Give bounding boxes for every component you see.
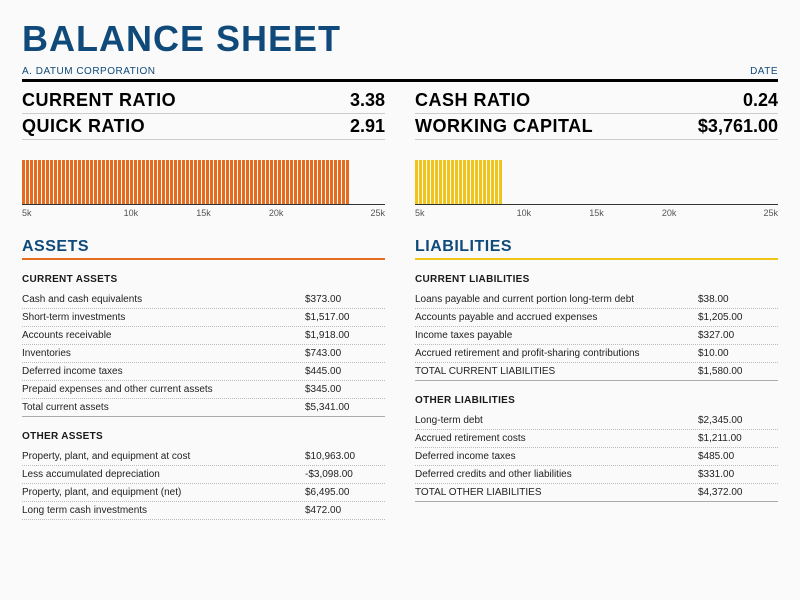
line-item: Deferred income taxes$445.00 bbox=[22, 363, 385, 381]
ratio-row: QUICK RATIO 2.91 bbox=[22, 114, 385, 140]
line-item: Property, plant, and equipment (net)$6,4… bbox=[22, 484, 385, 502]
date-label: DATE bbox=[750, 66, 778, 77]
assets-chart: 5k 10k 15k 20k 25k bbox=[22, 154, 385, 218]
company-name: A. DATUM CORPORATION bbox=[22, 66, 156, 77]
ratio-label: WORKING CAPITAL bbox=[415, 116, 593, 137]
ratio-row: CURRENT RATIO 3.38 bbox=[22, 88, 385, 114]
line-item: Accrued retirement costs$1,211.00 bbox=[415, 430, 778, 448]
ratio-value: $3,761.00 bbox=[698, 116, 778, 137]
line-item: Property, plant, and equipment at cost$1… bbox=[22, 448, 385, 466]
charts: 5k 10k 15k 20k 25k 5k 10k 15k 20k 25k bbox=[22, 154, 778, 218]
page-title: BALANCE SHEET bbox=[22, 18, 778, 60]
chart-axis: 5k 10k 15k 20k 25k bbox=[22, 204, 385, 218]
section-title-liabilities: LIABILITIES bbox=[415, 238, 778, 260]
line-item: Inventories$743.00 bbox=[22, 345, 385, 363]
line-item: Accrued retirement and profit-sharing co… bbox=[415, 345, 778, 363]
total-row: TOTAL OTHER LIABILITIES $4,372.00 bbox=[415, 484, 778, 502]
sections: ASSETS CURRENT ASSETS Cash and cash equi… bbox=[22, 238, 778, 520]
ratio-value: 0.24 bbox=[743, 90, 778, 111]
liabilities-chart: 5k 10k 15k 20k 25k bbox=[415, 154, 778, 218]
subsection-title: CURRENT ASSETS bbox=[22, 274, 385, 285]
line-item: Long term cash investments$472.00 bbox=[22, 502, 385, 520]
subsection-title: CURRENT LIABILITIES bbox=[415, 274, 778, 285]
ratios-block: CURRENT RATIO 3.38 QUICK RATIO 2.91 CASH… bbox=[22, 88, 778, 140]
line-item: Income taxes payable$327.00 bbox=[415, 327, 778, 345]
assets-section: ASSETS CURRENT ASSETS Cash and cash equi… bbox=[22, 238, 385, 520]
liabilities-section: LIABILITIES CURRENT LIABILITIES Loans pa… bbox=[415, 238, 778, 520]
line-item: Deferred income taxes$485.00 bbox=[415, 448, 778, 466]
ratio-value: 2.91 bbox=[350, 116, 385, 137]
ratio-row: CASH RATIO 0.24 bbox=[415, 88, 778, 114]
line-item: Loans payable and current portion long-t… bbox=[415, 291, 778, 309]
section-title-assets: ASSETS bbox=[22, 238, 385, 260]
line-item: Cash and cash equivalents$373.00 bbox=[22, 291, 385, 309]
line-item: Deferred credits and other liabilities$3… bbox=[415, 466, 778, 484]
line-item: Long-term debt$2,345.00 bbox=[415, 412, 778, 430]
total-row: TOTAL CURRENT LIABILITIES $1,580.00 bbox=[415, 363, 778, 381]
line-item: Less accumulated depreciation-$3,098.00 bbox=[22, 466, 385, 484]
subsection-title: OTHER LIABILITIES bbox=[415, 395, 778, 406]
ratio-row: WORKING CAPITAL $3,761.00 bbox=[415, 114, 778, 140]
divider bbox=[22, 79, 778, 82]
current-assets: CURRENT ASSETS Cash and cash equivalents… bbox=[22, 274, 385, 417]
ratio-label: QUICK RATIO bbox=[22, 116, 145, 137]
ratio-label: CASH RATIO bbox=[415, 90, 531, 111]
line-item: Accounts payable and accrued expenses$1,… bbox=[415, 309, 778, 327]
line-item: Short-term investments$1,517.00 bbox=[22, 309, 385, 327]
subheader: A. DATUM CORPORATION DATE bbox=[22, 66, 778, 77]
total-row: Total current assets $5,341.00 bbox=[22, 399, 385, 417]
ratio-value: 3.38 bbox=[350, 90, 385, 111]
chart-axis: 5k 10k 15k 20k 25k bbox=[415, 204, 778, 218]
subsection-title: OTHER ASSETS bbox=[22, 431, 385, 442]
line-item: Accounts receivable$1,918.00 bbox=[22, 327, 385, 345]
line-item: Prepaid expenses and other current asset… bbox=[22, 381, 385, 399]
other-assets: OTHER ASSETS Property, plant, and equipm… bbox=[22, 431, 385, 520]
current-liabilities: CURRENT LIABILITIES Loans payable and cu… bbox=[415, 274, 778, 381]
other-liabilities: OTHER LIABILITIES Long-term debt$2,345.0… bbox=[415, 395, 778, 502]
ratio-label: CURRENT RATIO bbox=[22, 90, 176, 111]
